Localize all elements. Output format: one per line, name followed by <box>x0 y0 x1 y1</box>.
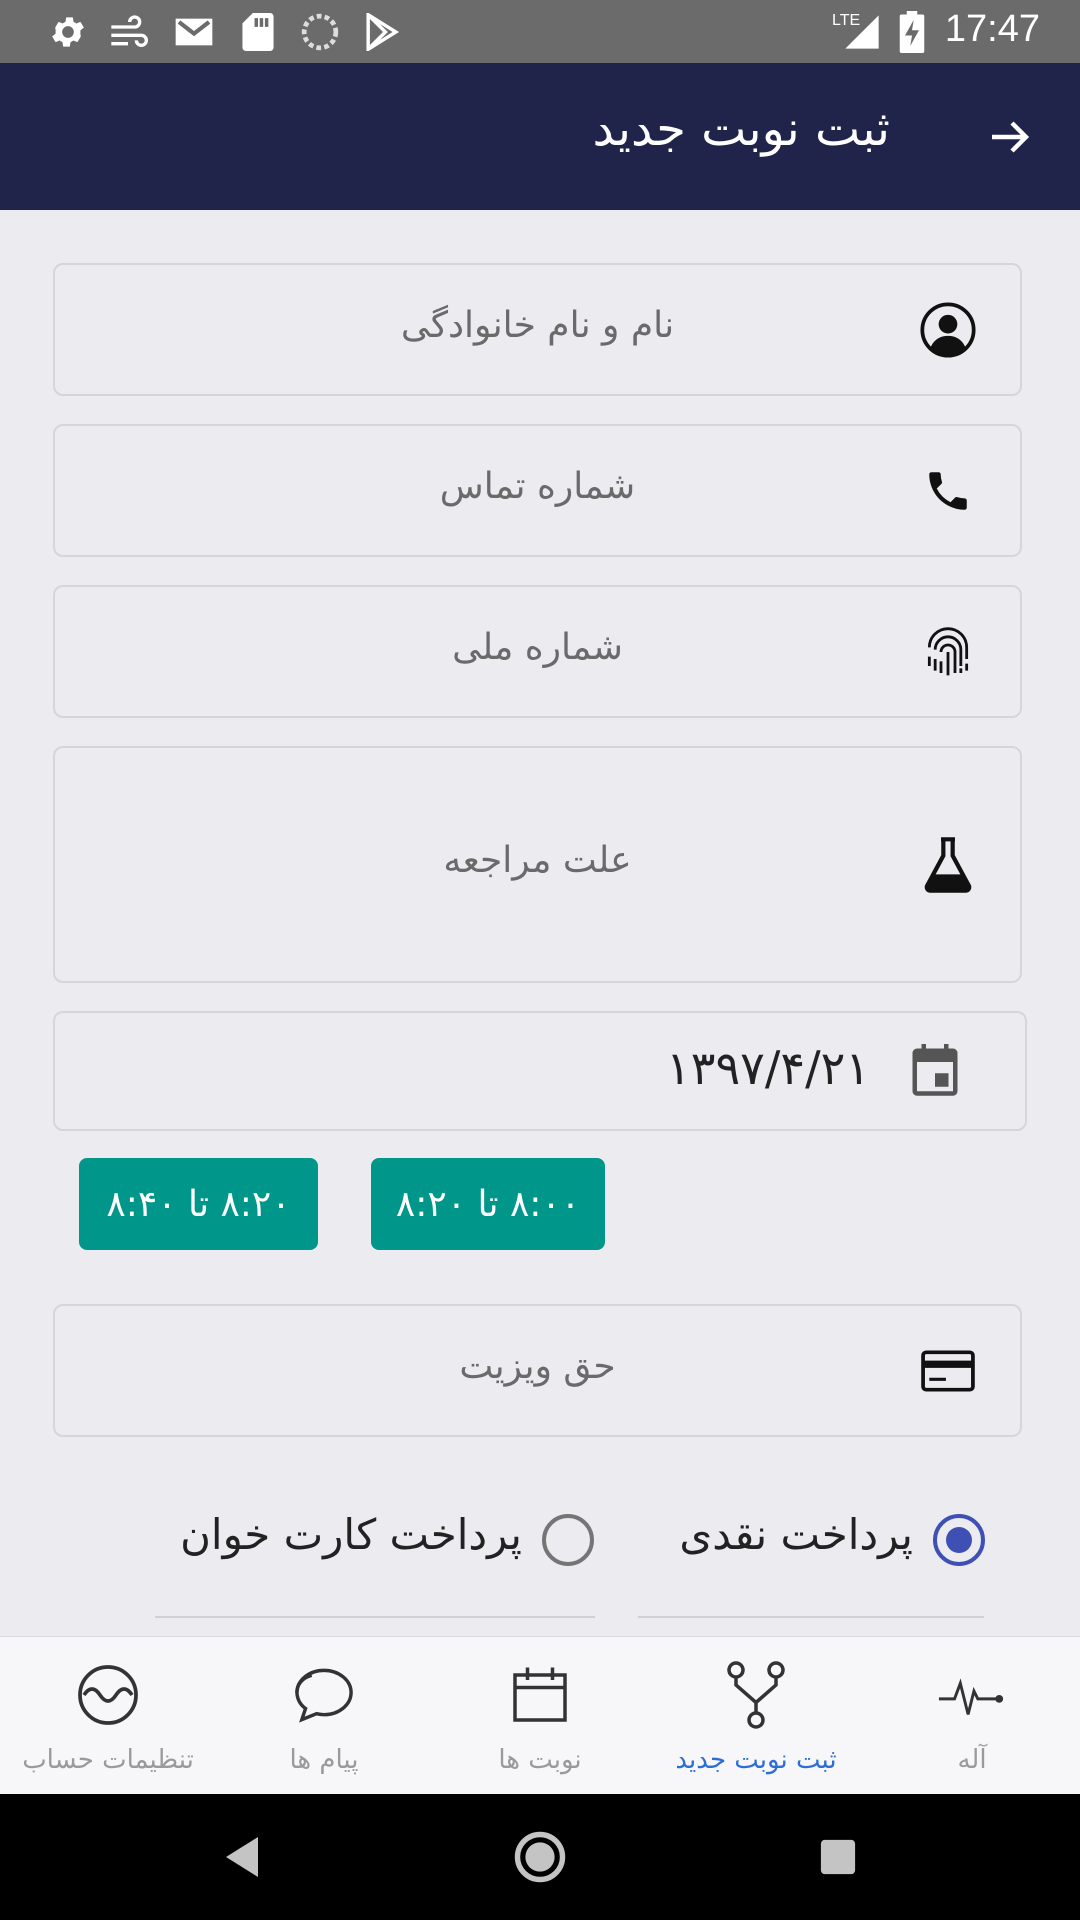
time-slot-1[interactable]: ۸:۰۰ تا ۸:۲۰ <box>371 1158 605 1250</box>
sd-card-icon <box>238 12 278 52</box>
calendar-icon <box>502 1657 578 1733</box>
date-value: ۱۳۹۷/۴/۲۱ <box>666 1041 870 1095</box>
square-recents-icon <box>820 1839 856 1875</box>
nav-item-messages[interactable]: پیام ها <box>216 1637 432 1795</box>
nav-item-ale[interactable]: آله <box>864 1637 1080 1795</box>
national-id-field[interactable]: شماره ملی <box>53 585 1022 718</box>
time-slot-2[interactable]: ۸:۲۰ تا ۸:۴۰ <box>79 1158 318 1250</box>
nav-label-ale: آله <box>957 1745 987 1775</box>
nav-label-messages: پیام ها <box>289 1745 359 1775</box>
cash-underline <box>638 1616 984 1618</box>
status-bar: LTE 17:47 <box>0 0 1080 63</box>
arrow-right-icon <box>992 121 1030 153</box>
nav-item-new-appointment[interactable]: ثبت نوبت جدید <box>648 1637 864 1795</box>
phone-field-placeholder: شماره تماس <box>439 466 636 507</box>
wave-circle-icon <box>70 1657 146 1733</box>
app-bar: ثبت نوبت جدید <box>0 63 1080 210</box>
play-store-icon <box>362 12 402 52</box>
signal-icon <box>842 12 882 52</box>
fee-field[interactable]: حق ویزیت <box>53 1304 1022 1437</box>
home-circle-icon <box>514 1831 566 1883</box>
fee-field-placeholder: حق ویزیت <box>459 1346 616 1387</box>
phone-icon <box>920 463 976 519</box>
system-navigation-bar <box>0 1794 1080 1920</box>
nav-label-new-appointment: ثبت نوبت جدید <box>675 1745 837 1775</box>
calendar-event-icon <box>907 1043 963 1099</box>
sync-icon <box>300 12 340 52</box>
weather-icon <box>108 12 148 52</box>
battery-charging-icon <box>892 11 932 53</box>
mail-icon <box>174 12 214 52</box>
fingerprint-icon <box>920 624 976 680</box>
system-back-button[interactable] <box>207 1822 277 1892</box>
triangle-back-icon <box>226 1837 258 1877</box>
nav-item-account-settings[interactable]: تنظیمات حساب <box>0 1637 216 1795</box>
status-time: 17:47 <box>944 8 1040 50</box>
page-title: ثبت نوبت جدید <box>592 101 890 157</box>
nav-label-account-settings: تنظیمات حساب <box>22 1745 194 1775</box>
flask-icon <box>920 837 976 893</box>
cash-label: پرداخت نقدی <box>679 1510 913 1559</box>
credit-card-icon <box>920 1343 976 1399</box>
branch-icon <box>718 1657 794 1733</box>
nav-item-appointments[interactable]: نوبت ها <box>432 1637 648 1795</box>
card-label: پرداخت کارت خوان <box>180 1510 522 1559</box>
reason-field-placeholder: علت مراجعه <box>443 840 632 881</box>
cash-radio[interactable] <box>933 1514 985 1566</box>
reason-field[interactable]: علت مراجعه <box>53 746 1022 983</box>
settings-icon <box>48 12 88 52</box>
bottom-navigation: آله ثبت نوبت جدید نوبت ها پیام ها تنظیما… <box>0 1636 1080 1794</box>
nav-label-appointments: نوبت ها <box>498 1745 582 1775</box>
card-radio[interactable] <box>542 1514 594 1566</box>
pulse-icon <box>934 1657 1010 1733</box>
date-field[interactable]: ۱۳۹۷/۴/۲۱ <box>53 1011 1027 1131</box>
name-field[interactable]: نام و نام خانوادگی <box>53 263 1022 396</box>
system-recents-button[interactable] <box>803 1822 873 1892</box>
name-field-placeholder: نام و نام خانوادگی <box>400 305 675 346</box>
system-home-button[interactable] <box>505 1822 575 1892</box>
back-button[interactable] <box>980 107 1040 167</box>
user-icon <box>920 302 976 358</box>
phone-field[interactable]: شماره تماس <box>53 424 1022 557</box>
national-id-placeholder: شماره ملی <box>452 627 623 668</box>
card-underline <box>155 1616 595 1618</box>
chat-icon <box>286 1657 362 1733</box>
